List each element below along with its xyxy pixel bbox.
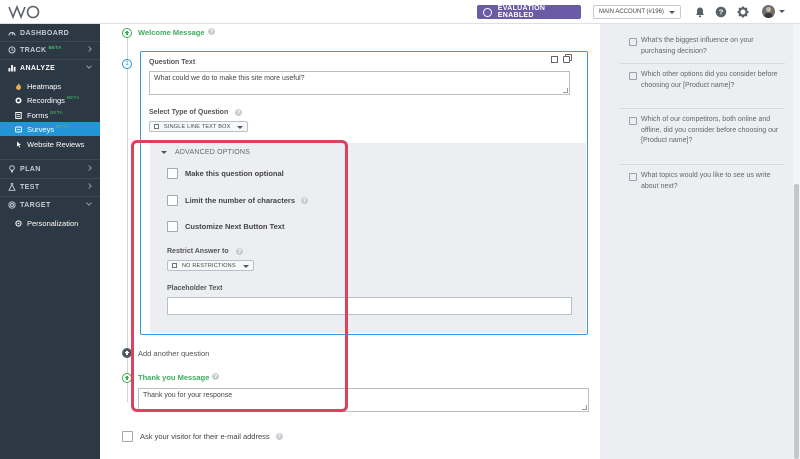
record-icon	[15, 97, 22, 103]
flame-icon	[16, 82, 21, 90]
clock-icon	[8, 46, 16, 54]
question-type-select[interactable]: SINGLE LINE TEXT BOX	[149, 121, 248, 132]
pointer-icon	[17, 141, 21, 148]
chevron-right-icon	[86, 46, 92, 52]
save-icon[interactable]	[551, 56, 558, 63]
target-icon	[8, 201, 16, 209]
vwo-logo[interactable]	[8, 4, 42, 20]
scrollbar-thumb[interactable]	[794, 184, 799, 459]
sidebar-item-dashboard[interactable]: DASHBOARD	[0, 25, 100, 41]
chevron-down-icon	[237, 125, 243, 129]
sidebar: DASHBOARD TRACK BETA ANALYZE Heatmaps Rec…	[0, 24, 100, 459]
sidebar-item-test[interactable]: TEST	[0, 179, 100, 195]
top-bar: EVALUATION ENABLED MAIN ACCOUNT (#196) ?	[0, 0, 800, 24]
divider	[0, 159, 100, 160]
sidebar-item-website-reviews[interactable]: Website Reviews	[0, 137, 100, 151]
resize-handle[interactable]	[582, 405, 587, 410]
divider	[620, 108, 785, 109]
add-welcome-icon[interactable]	[122, 28, 132, 38]
form-icon	[15, 111, 22, 119]
divider	[620, 63, 785, 64]
sidebar-item-track[interactable]: TRACK BETA	[0, 42, 100, 58]
sidebar-item-heatmaps[interactable]: Heatmaps	[0, 79, 100, 93]
svg-text:?: ?	[719, 8, 724, 17]
evaluation-enabled-button[interactable]: EVALUATION ENABLED	[477, 5, 581, 19]
chevron-down-icon	[86, 63, 92, 69]
chevron-down-icon[interactable]	[779, 10, 785, 13]
help-icon[interactable]: ?	[208, 28, 215, 35]
copy-icon[interactable]	[563, 56, 570, 63]
suggested-question[interactable]: What's the biggest influence on your pur…	[629, 36, 779, 57]
help-icon[interactable]: ?	[715, 6, 727, 18]
dashboard-icon	[8, 31, 16, 36]
gear-icon[interactable]	[737, 6, 749, 18]
divider	[620, 164, 785, 165]
personalization-icon	[15, 219, 22, 227]
bar-chart-icon	[8, 65, 16, 72]
sidebar-item-recordings[interactable]: Recordings BETA	[0, 93, 100, 107]
evaluation-icon	[483, 7, 492, 17]
textbox-icon	[154, 124, 159, 129]
lightbulb-icon	[9, 165, 15, 173]
sidebar-item-target[interactable]: TARGET	[0, 197, 100, 213]
question-text-label: Question Text	[149, 59, 196, 66]
chevron-down-icon	[86, 200, 92, 206]
ask-email-option[interactable]: Ask your visitor for their e-mail addres…	[122, 431, 283, 442]
suggested-question[interactable]: What topics would you like to see us wri…	[629, 171, 779, 192]
flask-icon	[8, 183, 16, 191]
resize-handle[interactable]	[563, 88, 568, 93]
help-icon[interactable]: ?	[235, 109, 242, 116]
chevron-right-icon	[86, 183, 92, 189]
survey-icon	[15, 126, 22, 132]
question-type-label: Select Type of Question	[149, 109, 229, 116]
ask-email-checkbox[interactable]	[122, 431, 133, 442]
suggested-questions-panel: What's the biggest influence on your pur…	[600, 24, 793, 459]
welcome-message-title[interactable]: Welcome Message	[138, 28, 205, 37]
highlight-annotation	[131, 140, 348, 412]
suggested-question[interactable]: Which other options did you consider bef…	[629, 70, 779, 91]
chevron-right-icon	[86, 165, 92, 171]
scrollbar[interactable]	[793, 24, 800, 459]
help-icon[interactable]: ?	[275, 433, 283, 440]
timeline-line	[127, 32, 128, 402]
user-avatar[interactable]	[762, 5, 775, 18]
account-selector[interactable]: MAIN ACCOUNT (#196)	[593, 5, 681, 19]
question-text-input[interactable]: What could we do to make this site more …	[149, 71, 570, 95]
sidebar-item-surveys[interactable]: Surveys BETA	[0, 122, 100, 136]
chevron-down-icon	[669, 11, 675, 14]
suggested-question[interactable]: Which of our competitors, both online an…	[629, 115, 779, 147]
sidebar-item-forms[interactable]: Forms BETA	[0, 108, 100, 122]
sidebar-item-plan[interactable]: PLAN	[0, 161, 100, 177]
sidebar-item-personalization[interactable]: Personalization	[0, 216, 100, 230]
question-number: 1	[122, 59, 132, 69]
bell-icon[interactable]	[694, 6, 706, 18]
sidebar-item-analyze[interactable]: ANALYZE	[0, 60, 100, 76]
